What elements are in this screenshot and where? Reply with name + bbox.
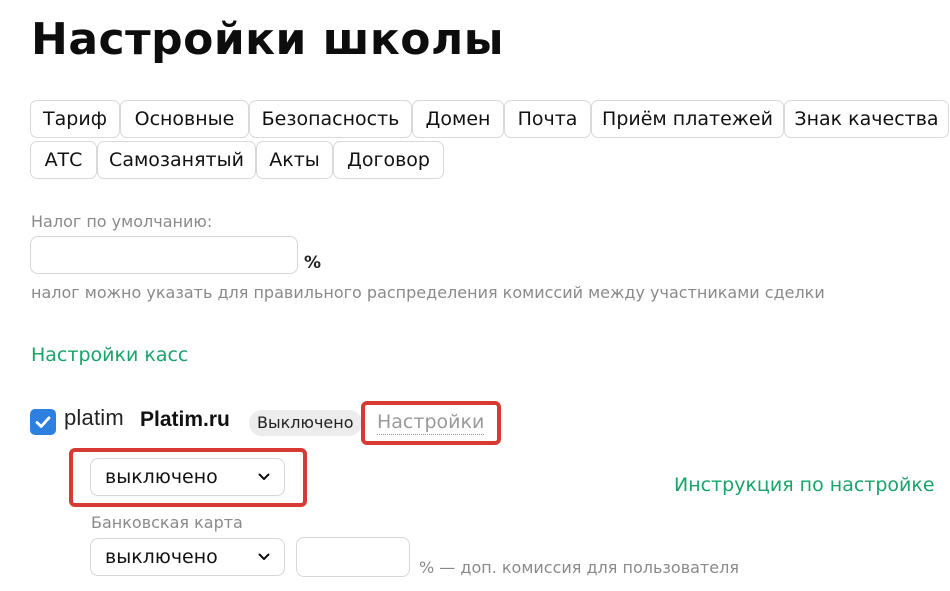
tab-quality-mark[interactable]: Знак качества	[784, 100, 949, 138]
tax-hint: налог можно указать для правильного расп…	[31, 283, 825, 302]
tax-unit: %	[304, 253, 322, 273]
commission-input[interactable]	[296, 537, 410, 577]
chevron-down-icon	[258, 473, 270, 480]
provider-mode-select[interactable]: выключено	[90, 458, 285, 496]
provider-settings-link[interactable]: Настройки	[377, 410, 485, 435]
tab-contract[interactable]: Договор	[333, 141, 444, 179]
status-badge: Выключено	[249, 410, 362, 436]
tab-self-employed[interactable]: Самозанятый	[97, 141, 256, 179]
tab-main[interactable]: Основные	[120, 100, 249, 138]
provider-logo: platim	[64, 405, 124, 430]
tax-label: Налог по умолчанию:	[31, 212, 213, 231]
tab-acts[interactable]: Акты	[256, 141, 333, 179]
provider-checkbox[interactable]	[30, 409, 56, 435]
tab-security[interactable]: Безопасность	[249, 100, 412, 138]
provider-mode-value: выключено	[105, 466, 218, 488]
cash-settings-link[interactable]: Настройки касс	[31, 344, 188, 366]
commission-hint: % — доп. комиссия для пользователя	[419, 558, 739, 577]
provider-name: Platim.ru	[140, 408, 230, 431]
bank-card-value: выключено	[105, 546, 218, 568]
bank-card-select[interactable]: выключено	[90, 538, 285, 576]
tab-domain[interactable]: Домен	[412, 100, 504, 138]
bank-card-label: Банковская карта	[91, 513, 243, 532]
instruction-link[interactable]: Инструкция по настройке	[674, 474, 935, 496]
page-title: Настройки школы	[31, 14, 505, 65]
tab-tariff[interactable]: Тариф	[30, 100, 120, 138]
school-settings-page: Настройки школы Тариф Основные Безопасно…	[0, 0, 950, 591]
tab-mail[interactable]: Почта	[504, 100, 591, 138]
tab-ats[interactable]: АТС	[30, 141, 97, 179]
chevron-down-icon	[258, 553, 270, 560]
tab-payments[interactable]: Приём платежей	[591, 100, 784, 138]
tax-input[interactable]	[30, 236, 298, 274]
check-icon	[35, 416, 51, 428]
